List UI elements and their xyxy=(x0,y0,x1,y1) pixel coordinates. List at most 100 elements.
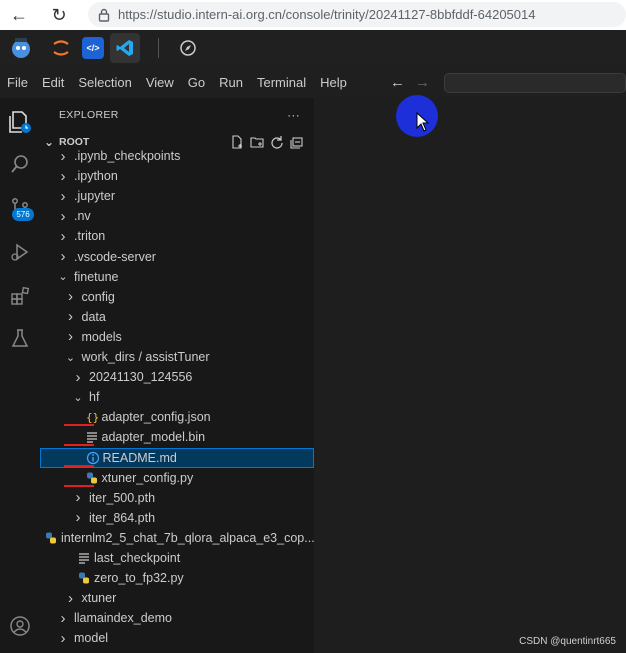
tree-item[interactable]: zero_to_fp32.py xyxy=(40,568,314,588)
menu-help[interactable]: Help xyxy=(320,75,355,90)
chevron-right-icon: › xyxy=(68,589,73,607)
vscode-icon[interactable] xyxy=(110,33,140,63)
python-file-icon xyxy=(85,471,99,485)
go-forward-icon[interactable]: → xyxy=(415,74,430,91)
tree-item-label: llamaindex_demo xyxy=(74,611,172,626)
watermark: CSDN @quentinrt665 xyxy=(519,636,616,647)
tree-item-label: finetune xyxy=(74,269,119,284)
app-strip: </> xyxy=(0,30,626,66)
browser-toolbar: ← ↻ https://studio.intern-ai.org.cn/cons… xyxy=(0,0,626,30)
chevron-right-icon: › xyxy=(60,629,66,647)
tree-item-label: work_dirs / assistTuner xyxy=(81,350,210,364)
tree-item[interactable]: › model xyxy=(40,628,314,648)
tree-item[interactable]: › 20241130_124556 xyxy=(40,367,314,387)
strip-divider xyxy=(158,38,159,58)
explorer-icon[interactable] xyxy=(0,102,40,142)
history-nav: ← → xyxy=(390,66,430,98)
tree-item[interactable]: › llamaindex_demo xyxy=(40,608,314,628)
menu-run[interactable]: Run xyxy=(219,75,251,90)
menu-edit[interactable]: Edit xyxy=(42,75,72,90)
tree-item[interactable]: › data xyxy=(40,307,314,327)
tree-item-label: xtuner_config.py xyxy=(101,470,194,485)
chevron-right-icon: › xyxy=(60,248,66,265)
chevron-right-icon: › xyxy=(60,147,66,165)
url-text: https://studio.intern-ai.org.cn/console/… xyxy=(118,7,536,22)
compass-icon[interactable] xyxy=(173,33,203,63)
explorer-sidebar: EXPLORER ··· ⌄ ROOT › .ipynb_checkpoints ›… xyxy=(40,98,315,653)
chevron-right-icon: › xyxy=(60,609,66,627)
command-center[interactable] xyxy=(444,73,626,93)
chevron-right-icon: › xyxy=(60,187,66,205)
chevron-right-icon: › xyxy=(60,207,66,225)
chevron-right-icon: › xyxy=(75,509,81,527)
go-back-icon[interactable]: ← xyxy=(390,74,405,91)
tree-item-label: models xyxy=(81,329,122,344)
tree-item-label: internlm2_5_chat_7b_qlora_alpaca_e3_cop.… xyxy=(61,530,315,545)
search-icon[interactable] xyxy=(0,144,40,184)
chevron-right-icon: › xyxy=(68,308,73,326)
tree-item[interactable]: › .ipython xyxy=(40,166,314,186)
tree-item[interactable]: ⌄ work_dirs / assistTuner xyxy=(40,347,314,367)
explorer-title: EXPLORER xyxy=(59,109,119,121)
tree-item-label: .nv xyxy=(74,209,91,224)
tree-item[interactable]: › .triton xyxy=(40,226,314,246)
address-bar[interactable]: https://studio.intern-ai.org.cn/console/… xyxy=(88,2,626,27)
tree-item[interactable]: last_checkpoint xyxy=(40,548,314,568)
chevron-right-icon: › xyxy=(68,328,73,346)
menu-view[interactable]: View xyxy=(146,75,182,90)
chevron-right-icon: › xyxy=(60,227,66,245)
tree-item[interactable]: › config xyxy=(40,287,314,307)
back-arrow-icon[interactable]: ← xyxy=(8,4,30,26)
tree-item-label: config xyxy=(81,289,115,304)
tree-item-label: iter_500.pth xyxy=(89,490,156,505)
intern-logo-icon[interactable] xyxy=(6,33,36,63)
extensions-icon[interactable] xyxy=(0,276,40,316)
explorer-header: EXPLORER ··· xyxy=(40,98,314,132)
tree-item[interactable]: internlm2_5_chat_7b_qlora_alpaca_e3_cop.… xyxy=(40,528,315,548)
tree-item-label: adapter_model.bin xyxy=(101,430,206,445)
menu-bar: File Edit Selection View Go Run Terminal… xyxy=(0,66,626,98)
reload-icon[interactable]: ↻ xyxy=(48,4,70,26)
tree-item-label: xtuner xyxy=(81,591,117,606)
tree-item[interactable]: › xtuner xyxy=(40,588,314,608)
tree-item[interactable]: › models xyxy=(40,327,314,347)
code-app-icon[interactable]: </> xyxy=(82,37,104,59)
tree-item-label: zero_to_fp32.py xyxy=(94,571,184,586)
tree-item[interactable]: › iter_500.pth xyxy=(40,488,314,508)
svg-text:{}: {} xyxy=(86,411,99,424)
menu-go[interactable]: Go xyxy=(188,75,213,90)
tree-item-label: model xyxy=(74,631,109,646)
menu-terminal[interactable]: Terminal xyxy=(257,75,314,90)
menu-file[interactable]: File xyxy=(7,75,36,90)
tree-item[interactable]: › .jupyter xyxy=(40,186,314,206)
tree-item-label: iter_864.pth xyxy=(89,510,156,525)
tree-item-label: hf xyxy=(89,390,100,405)
tree-item[interactable]: ⌄ finetune xyxy=(40,267,314,287)
menu-selection[interactable]: Selection xyxy=(78,75,139,90)
info-file-icon xyxy=(86,451,100,465)
tree-item[interactable]: › .ipynb_checkpoints xyxy=(40,146,314,166)
tree-item[interactable]: › iter_864.pth xyxy=(40,508,314,528)
more-actions-icon[interactable]: ··· xyxy=(287,108,300,122)
lock-icon xyxy=(98,8,110,22)
chevron-right-icon: › xyxy=(75,489,81,507)
tree-item-label: data xyxy=(81,309,106,324)
chevron-right-icon: › xyxy=(68,288,73,306)
chevron-down-icon: ⌄ xyxy=(58,271,68,284)
editor-area[interactable] xyxy=(314,98,626,653)
tree-item[interactable]: ⌄ hf xyxy=(40,387,314,407)
tree-item-label: adapter_config.json xyxy=(101,410,211,425)
jupyter-icon[interactable] xyxy=(46,33,76,63)
tree-item-label: README.md xyxy=(102,450,177,465)
tree-item[interactable]: › .vscode-server xyxy=(40,247,314,267)
account-icon[interactable] xyxy=(0,606,40,646)
json-file-icon: {} xyxy=(85,410,99,424)
chevron-down-icon: ⌄ xyxy=(73,391,83,404)
text-file-icon xyxy=(85,430,99,444)
tree-item-label: 20241130_124556 xyxy=(89,370,193,385)
testing-flask-icon[interactable] xyxy=(0,318,40,358)
run-debug-icon[interactable] xyxy=(0,232,40,272)
tree-item[interactable]: › .nv xyxy=(40,206,314,226)
tree-item-label: .ipython xyxy=(74,169,118,184)
mouse-pointer-icon xyxy=(416,112,430,132)
